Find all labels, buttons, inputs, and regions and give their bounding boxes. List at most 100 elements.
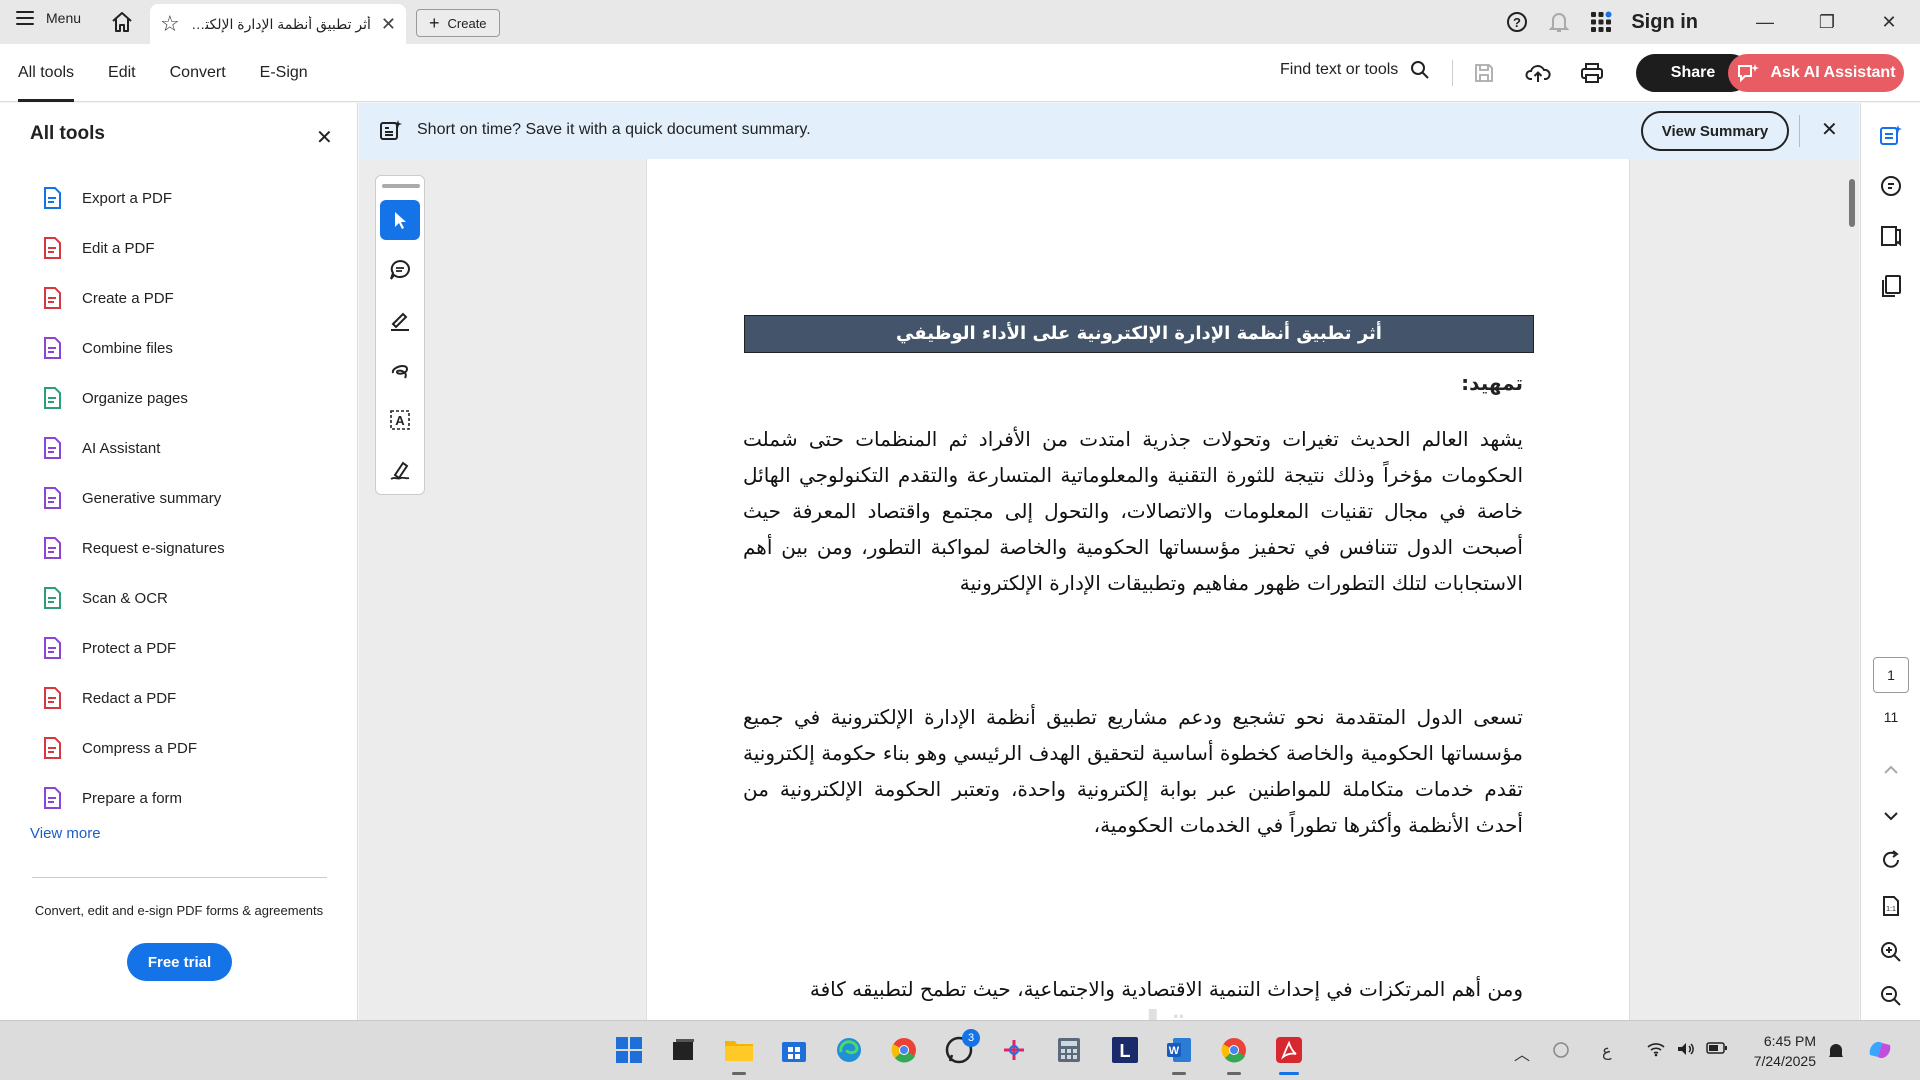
close-panel-icon[interactable]: ✕	[316, 125, 333, 150]
pdf-page: أثر تطبيق أنظمة الإدارة الإلكترونية على …	[646, 159, 1630, 1020]
upload-cloud-icon[interactable]	[1524, 59, 1552, 87]
select-cursor-icon[interactable]	[380, 200, 420, 240]
tool-item-compress-pdf[interactable]: Compress a PDF	[40, 723, 225, 773]
lingoes-app-icon[interactable]: L	[1106, 1031, 1144, 1069]
print-icon[interactable]	[1578, 59, 1606, 87]
ai-assistant-icon	[40, 436, 64, 460]
toolbar-grip[interactable]	[382, 184, 420, 188]
all-tools-panel: All tools ✕ Export a PDF Edit a PDF Create…	[0, 103, 358, 1020]
wifi-icon[interactable]	[1646, 1041, 1666, 1062]
word-icon[interactable]: W	[1160, 1031, 1198, 1075]
tool-item-create-pdf[interactable]: Create a PDF	[40, 273, 225, 323]
tool-item-ai-assistant[interactable]: AI Assistant	[40, 423, 225, 473]
pages-rail-icon[interactable]	[1878, 273, 1904, 299]
create-pdf-icon	[40, 286, 64, 310]
tool-item-scan-ocr[interactable]: Scan & OCR	[40, 573, 225, 623]
close-banner-icon[interactable]: ✕	[1821, 117, 1838, 142]
chrome-icon[interactable]	[885, 1031, 923, 1069]
show-hidden-icons-chevron-icon[interactable]: ︿	[1514, 1041, 1530, 1065]
freehand-draw-icon[interactable]	[380, 350, 420, 390]
tab-edit[interactable]: Edit	[108, 44, 136, 102]
free-trial-button[interactable]: Free trial	[127, 943, 232, 981]
task-view-icon[interactable]	[664, 1031, 702, 1069]
document-subheading: تمهيد:	[1461, 371, 1523, 395]
tool-item-export-pdf[interactable]: Export a PDF	[40, 173, 225, 223]
close-window-button[interactable]: ✕	[1858, 0, 1920, 44]
windows-taskbar: 3 L W ︿ ع 6:45 PM 7/24/2025	[0, 1020, 1920, 1080]
notification-bell-icon[interactable]	[1541, 4, 1577, 40]
tool-item-label: Edit a PDF	[82, 239, 155, 257]
tab-convert[interactable]: Convert	[170, 44, 226, 102]
apps-grid-icon[interactable]	[1583, 4, 1619, 40]
save-icon[interactable]	[1470, 59, 1498, 87]
minimize-button[interactable]: —	[1734, 0, 1796, 44]
add-text-icon[interactable]: A	[380, 400, 420, 440]
star-icon[interactable]: ☆	[160, 13, 180, 35]
comments-rail-icon[interactable]	[1878, 173, 1904, 199]
generative-summary-rail-icon[interactable]	[1878, 123, 1904, 149]
zoom-in-icon[interactable]	[1878, 939, 1904, 965]
view-summary-button[interactable]: View Summary	[1641, 111, 1789, 151]
tab-esign[interactable]: E-Sign	[260, 44, 308, 102]
file-explorer-icon[interactable]	[720, 1031, 758, 1075]
tool-item-label: AI Assistant	[82, 439, 161, 457]
vertical-scrollbar[interactable]	[1849, 179, 1855, 227]
restore-button[interactable]: ❐	[1796, 0, 1858, 44]
chevron-up-icon[interactable]	[1878, 757, 1904, 783]
chrome-profile-icon[interactable]	[1215, 1031, 1253, 1075]
document-tab[interactable]: ☆ أثر تطبيق أنظمة الإدارة الإلكترو... ✕	[150, 4, 406, 44]
tool-item-edit-pdf[interactable]: Edit a PDF	[40, 223, 225, 273]
current-page-input[interactable]: 1	[1873, 657, 1909, 693]
tool-item-label: Generative summary	[82, 489, 222, 507]
edge-browser-icon[interactable]	[830, 1031, 868, 1069]
tool-item-request-esignatures[interactable]: Request e-signatures	[40, 523, 225, 573]
svg-text:A: A	[395, 413, 405, 428]
battery-icon[interactable]	[1706, 1041, 1728, 1060]
tool-item-organize-pages[interactable]: Organize pages	[40, 373, 225, 423]
tab-all-tools[interactable]: All tools	[18, 44, 75, 102]
windows-start-icon[interactable]	[610, 1031, 648, 1069]
input-language[interactable]: ع	[1602, 1041, 1612, 1061]
tool-item-protect-pdf[interactable]: Protect a PDF	[40, 623, 225, 673]
find-tools-search[interactable]: Find text or tools	[1280, 60, 1430, 80]
tool-item-combine-files[interactable]: Combine files	[40, 323, 225, 373]
add-comment-icon[interactable]	[380, 250, 420, 290]
highlight-pen-icon[interactable]	[380, 300, 420, 340]
rotate-icon[interactable]	[1878, 847, 1904, 873]
document-heading: أثر تطبيق أنظمة الإدارة الإلكترونية على …	[744, 315, 1534, 353]
bookmarks-rail-icon[interactable]	[1878, 223, 1904, 249]
copilot-icon[interactable]	[1866, 1037, 1894, 1068]
tool-item-generative-summary[interactable]: Generative summary	[40, 473, 225, 523]
close-tab-icon[interactable]: ✕	[381, 14, 396, 35]
calculator-icon[interactable]	[1050, 1031, 1088, 1069]
zoom-out-icon[interactable]	[1878, 983, 1904, 1009]
main-toolbar: All tools Edit Convert E-Sign Find text …	[0, 44, 1920, 102]
view-more-link[interactable]: View more	[30, 825, 101, 842]
tool-item-label: Request e-signatures	[82, 539, 225, 557]
active-indicator	[1279, 1072, 1299, 1075]
microsoft-store-icon[interactable]	[775, 1031, 813, 1069]
quick-tools-toolbar: A	[375, 175, 425, 495]
tool-item-redact-pdf[interactable]: Redact a PDF	[40, 673, 225, 723]
redact-pdf-icon	[40, 686, 64, 710]
home-icon[interactable]	[110, 10, 134, 34]
menu-button[interactable]: Menu	[16, 10, 81, 26]
help-icon[interactable]: ?	[1499, 4, 1535, 40]
volume-icon[interactable]	[1676, 1041, 1696, 1062]
whatsapp-icon[interactable]: 3	[940, 1029, 980, 1069]
generative-summary-icon	[40, 486, 64, 510]
ask-ai-assistant-button[interactable]: Ask AI Assistant	[1728, 54, 1904, 92]
create-button[interactable]: + Create	[416, 9, 500, 37]
acrobat-icon[interactable]	[1270, 1031, 1308, 1075]
tool-item-prepare-form[interactable]: Prepare a form	[40, 773, 225, 823]
sign-pen-icon[interactable]	[380, 450, 420, 490]
focus-assist-icon[interactable]	[1826, 1041, 1846, 1066]
snipping-tool-icon[interactable]	[995, 1031, 1033, 1069]
system-clock[interactable]: 6:45 PM 7/24/2025	[1736, 1031, 1816, 1071]
summary-banner: Short on time? Save it with a quick docu…	[359, 103, 1859, 159]
chevron-down-icon[interactable]	[1878, 803, 1904, 829]
cloud-sync-icon[interactable]	[1552, 1041, 1570, 1064]
sign-in-link[interactable]: Sign in	[1631, 11, 1698, 34]
tool-item-label: Protect a PDF	[82, 639, 177, 657]
fit-page-icon[interactable]: 1:1	[1878, 893, 1904, 919]
